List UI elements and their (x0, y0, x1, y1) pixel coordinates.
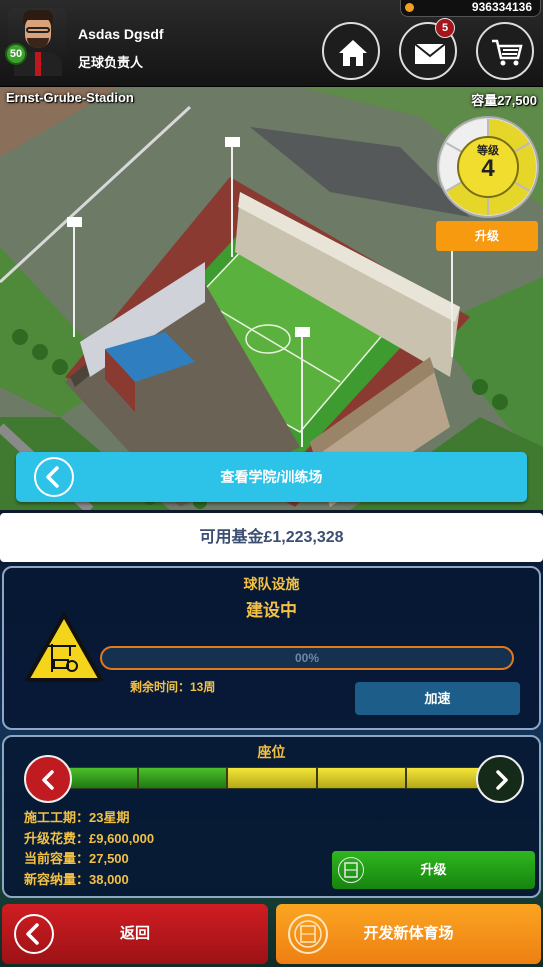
seat-segment (228, 768, 318, 788)
coin-icon (405, 3, 414, 12)
chevron-left-icon (42, 770, 54, 790)
stadium-capacity: 容量27,500 (471, 93, 537, 108)
remaining-time: 剩余时间：13周 (130, 680, 216, 694)
chevron-left-icon (14, 914, 54, 954)
new-stadium-label: 开发新体育场 (363, 925, 454, 942)
current-capacity: 当前容量：27,500 (24, 851, 129, 866)
home-button[interactable] (322, 22, 380, 80)
previous-option-button[interactable] (24, 755, 72, 803)
level-value: 4 (481, 155, 495, 182)
mail-button[interactable]: 5 (399, 18, 457, 80)
chevron-left-icon (34, 457, 74, 497)
mail-icon (414, 43, 446, 64)
seats-title: 座位 (257, 744, 286, 760)
back-button[interactable]: 返回 (2, 904, 268, 964)
chevron-right-icon (496, 770, 508, 790)
manager-level-badge: 50 (5, 43, 27, 65)
user-name: Asdas Dgsdf (78, 26, 164, 42)
seats-upgrade-button[interactable]: 升级 (332, 851, 535, 889)
cart-icon (492, 39, 523, 66)
top-bar: 50 Asdas Dgsdf 足球负责人 936334136 5 (0, 0, 543, 87)
seats-panel: 座位 施工工期：23星期 升级花费：£9,600,000 当前容量：27,500… (2, 735, 541, 898)
avatar[interactable] (8, 8, 66, 76)
seats-upgrade-label: 升级 (420, 862, 447, 877)
progress-label: 00% (294, 651, 320, 665)
facility-title: 球队设施 (243, 576, 300, 592)
seat-segment (317, 768, 408, 788)
stadium-icon (288, 914, 328, 954)
construction-progress-bar: 00% (100, 646, 514, 670)
construction-warning-icon (25, 613, 103, 682)
view-academy-button[interactable]: 查看学院/训练场 (16, 452, 527, 502)
next-option-button[interactable] (476, 755, 524, 803)
mail-count-badge: 5 (435, 18, 455, 38)
develop-new-stadium-button[interactable]: 开发新体育场 (276, 904, 541, 964)
new-capacity: 新容纳量：38,000 (24, 872, 129, 887)
stadium-name: Ernst-Grube-Stadion (6, 90, 134, 105)
seat-segment (138, 768, 229, 788)
stadium-view: Ernst-Grube-Stadion 容量27,500 等级 4 升级 查看学… (0, 87, 543, 510)
coin-balance[interactable]: 936334136 (400, 0, 541, 17)
academy-label: 查看学院/训练场 (220, 469, 323, 485)
user-role: 足球负责人 (78, 55, 144, 70)
coin-value: 936334136 (471, 0, 532, 14)
speed-up-button[interactable]: 加速 (355, 682, 520, 715)
stadium-icon (338, 857, 364, 883)
stadium-upgrade-button[interactable]: 升级 (436, 221, 538, 251)
facility-panel: 球队设施 建设中 00% 剩余时间：13周 加速 (2, 566, 541, 730)
stadium-level-indicator[interactable]: 等级 4 (436, 115, 540, 219)
seat-level-bar (48, 767, 496, 789)
back-label: 返回 (119, 925, 150, 942)
home-icon (339, 40, 367, 66)
available-funds: 可用基金£1,223,328 (0, 513, 543, 562)
construction-duration: 施工工期：23星期 (24, 810, 130, 825)
shop-button[interactable] (476, 22, 534, 80)
upgrade-cost: 升级花费：£9,600,000 (24, 831, 155, 846)
